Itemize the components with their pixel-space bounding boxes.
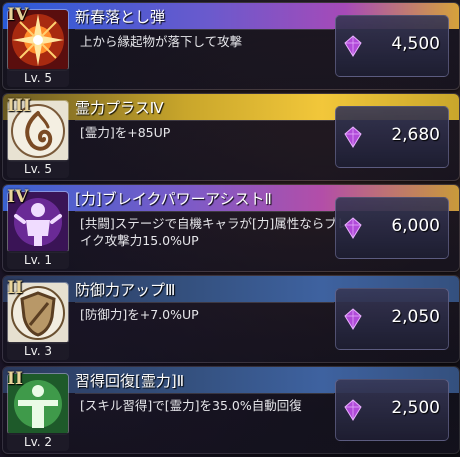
skill-level: Lv. 5 — [7, 160, 69, 178]
skill-description: [スキル習得]で[霊力]を35.0%自動回復 — [80, 398, 302, 413]
skill-level: Lv. 1 — [7, 251, 69, 269]
skill-level: Lv. 5 — [7, 69, 69, 87]
divider — [75, 211, 334, 212]
skill-card[interactable]: IV Lv. 5 新春落とし弾 上から縁起物が落下して攻撃 4,500 — [2, 2, 460, 90]
cost-value: 2,050 — [391, 307, 440, 327]
cost-value: 6,000 — [391, 216, 440, 236]
divider — [75, 393, 334, 394]
gem-icon — [344, 399, 362, 421]
skill-name: 習得回復[霊力]Ⅱ — [75, 372, 185, 390]
skill-description: 上から縁起物が落下して攻撃 — [80, 34, 243, 49]
divider — [75, 302, 334, 303]
gem-icon — [344, 126, 362, 148]
rank-numeral: II — [7, 369, 23, 389]
skill-description: [霊力]を+85UP — [80, 125, 171, 140]
skill-level: Lv. 2 — [7, 433, 69, 451]
rank-numeral: III — [7, 96, 31, 116]
cost-button[interactable]: 6,000 — [335, 197, 449, 259]
divider — [75, 29, 334, 30]
skill-card[interactable]: III Lv. 5 霊力プラスⅣ [霊力]を+85UP 2,680 — [2, 93, 460, 181]
skill-card[interactable]: II Lv. 3 防御力アップⅢ [防御力]を+7.0%UP 2,050 — [2, 275, 460, 363]
gem-icon — [344, 217, 362, 239]
cost-button[interactable]: 2,500 — [335, 379, 449, 441]
skill-description: [共闘]ステージで自機キャラが[力]属性ならブレイク攻撃力15.0%UP — [80, 216, 350, 248]
cost-button[interactable]: 2,680 — [335, 106, 449, 168]
skill-description: [防御力]を+7.0%UP — [80, 307, 199, 322]
cost-value: 2,680 — [391, 125, 440, 145]
cost-value: 2,500 — [391, 398, 440, 418]
skill-name: 防御力アップⅢ — [75, 281, 176, 299]
gem-icon — [344, 35, 362, 57]
rank-numeral: II — [7, 278, 23, 298]
cost-button[interactable]: 2,050 — [335, 288, 449, 350]
cost-button[interactable]: 4,500 — [335, 15, 449, 77]
rank-numeral: IV — [7, 187, 29, 207]
skill-name: 霊力プラスⅣ — [75, 99, 164, 117]
gem-icon — [344, 308, 362, 330]
skill-card[interactable]: II Lv. 2 習得回復[霊力]Ⅱ [スキル習得]で[霊力]を35.0%自動回… — [2, 366, 460, 454]
skill-level: Lv. 3 — [7, 342, 69, 360]
rank-numeral: IV — [7, 5, 29, 25]
divider — [75, 120, 334, 121]
skill-name: [力]ブレイクパワーアシストⅡ — [75, 190, 272, 208]
skill-card[interactable]: IV Lv. 1 [力]ブレイクパワーアシストⅡ [共闘]ステージで自機キャラが… — [2, 184, 460, 272]
skill-name: 新春落とし弾 — [75, 8, 166, 26]
cost-value: 4,500 — [391, 34, 440, 54]
